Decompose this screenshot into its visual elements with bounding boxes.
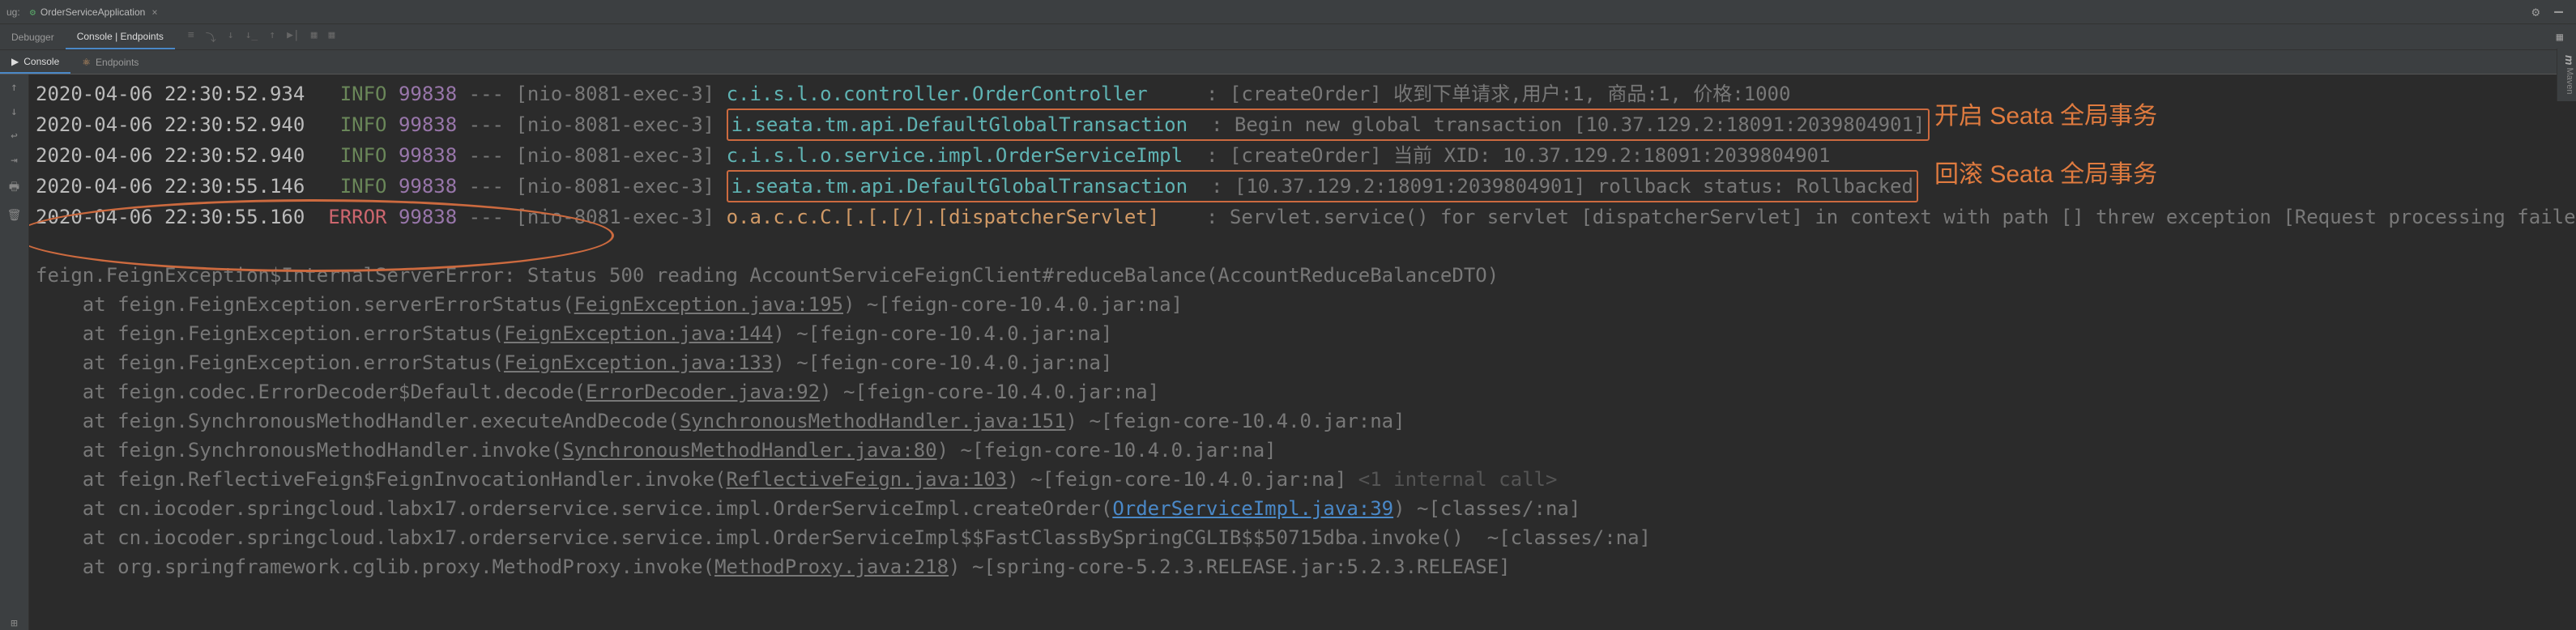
stack-frame: at feign.ReflectiveFeign$FeignInvocation… [36,465,2570,494]
app-tab-title[interactable]: OrderServiceApplication [41,6,145,18]
source-link[interactable]: FeignException.java:133 [504,351,773,374]
source-link[interactable]: SynchronousMethodHandler.java:80 [562,439,936,462]
stack-frame: at feign.SynchronousMethodHandler.invoke… [36,436,2570,465]
step-out-icon[interactable]: ↑ [269,29,275,45]
filter-icon[interactable]: ≡ [188,29,194,45]
scroll-to-end-icon[interactable]: ⇥ [11,154,17,167]
subtab-endpoints-label: Endpoints [96,57,139,68]
subtab-endpoints[interactable]: ⚛ Endpoints [70,50,150,74]
tab-console-endpoints[interactable]: Console | Endpoints [66,24,175,49]
soft-wrap-icon[interactable]: ↩ [11,130,17,143]
sub-tabs: ▶ Console ⚛ Endpoints [0,50,2576,74]
log-line: 2020-04-06 22:30:52.940 INFO 99838 --- [… [36,141,2570,170]
source-link[interactable]: SynchronousMethodHandler.java:151 [680,410,1066,432]
console-gutter: ↑ ↓ ↩ ⇥ 🖶 🗑 ⊞ [0,74,29,630]
step-over-icon[interactable]: ⤵ [206,29,216,45]
expand-icon[interactable]: ⊞ [11,617,17,630]
main-tabs: Debugger Console | Endpoints ≡ ⤵ ↓ ↓̲ ↑ … [0,24,2576,50]
title-bar: ug: ⚙ OrderServiceApplication × ⚙ — [0,0,2576,24]
run-to-cursor-icon[interactable]: ▶| [287,29,300,45]
evaluate-icon[interactable]: ▦ [311,29,318,45]
print-icon[interactable]: 🖶 [9,178,19,198]
log-line: 2020-04-06 22:30:52.940 INFO 99838 --- [… [36,109,2570,141]
stack-frame: at cn.iocoder.springcloud.labx17.orderse… [36,523,2570,552]
source-link[interactable]: ErrorDecoder.java:92 [586,381,820,403]
console-icon: ▶ [11,56,19,67]
stack-frame: at org.springframework.cglib.proxy.Metho… [36,552,2570,581]
annotation-open-tx: 开启 Seata 全局事务 [1934,102,2157,131]
maven-panel-tab[interactable]: m Maven [2557,49,2576,101]
log-line: 2020-04-06 22:30:52.934 INFO 99838 --- [… [36,79,2570,109]
force-step-icon[interactable]: ↓̲ [245,29,258,45]
clear-icon[interactable]: 🗑 [7,209,22,222]
source-link[interactable]: ReflectiveFeign.java:103 [727,468,1008,491]
scroll-down-icon[interactable]: ↓ [11,105,17,118]
annotation-rollback-tx: 回滚 Seata 全局事务 [1934,160,2157,189]
stack-frame: at feign.codec.ErrorDecoder$Default.deco… [36,377,2570,407]
subtab-console[interactable]: ▶ Console [0,50,70,74]
log-line: 2020-04-06 22:30:55.146 INFO 99838 --- [… [36,170,2570,202]
stack-frame: at feign.FeignException.serverErrorStatu… [36,290,2570,319]
log-line: 2020-04-06 22:30:55.160 ERROR 99838 --- … [36,202,2570,232]
source-link[interactable]: FeignException.java:195 [574,293,843,316]
maven-icon: m [2563,55,2576,65]
run-icon: ⚙ [30,6,36,18]
stack-frame: at cn.iocoder.springcloud.labx17.orderse… [36,494,2570,523]
tab-debugger[interactable]: Debugger [0,24,66,49]
gear-icon[interactable]: ⚙ [2532,4,2540,19]
subtab-console-label: Console [23,56,59,67]
toolbar-icons: ≡ ⤵ ↓ ↓̲ ↑ ▶| ▦ ▦ [188,29,335,45]
source-link[interactable]: FeignException.java:144 [504,322,773,345]
endpoints-icon: ⚛ [82,57,91,68]
step-into-icon[interactable]: ↓ [228,29,234,45]
minimize-icon[interactable]: — [2554,3,2563,20]
scroll-up-icon[interactable]: ↑ [11,81,17,94]
stack-frame: at feign.SynchronousMethodHandler.execut… [36,407,2570,436]
source-link[interactable]: MethodProxy.java:218 [714,556,949,578]
stack-frame: at feign.FeignException.errorStatus(Feig… [36,319,2570,348]
layout-icon[interactable]: ▦ [2557,31,2563,44]
source-link[interactable]: OrderServiceImpl.java:39 [1112,497,1393,520]
close-icon[interactable]: × [151,6,157,18]
maven-label: Maven [2565,68,2574,95]
ug-label: ug: [6,6,20,18]
exception-header: feign.FeignException$InternalServerError… [36,261,2570,290]
console-output[interactable]: 2020-04-06 22:30:52.934 INFO 99838 --- [… [29,74,2576,630]
more-icon[interactable]: ▦ [329,29,335,45]
stack-frame: at feign.FeignException.errorStatus(Feig… [36,348,2570,377]
